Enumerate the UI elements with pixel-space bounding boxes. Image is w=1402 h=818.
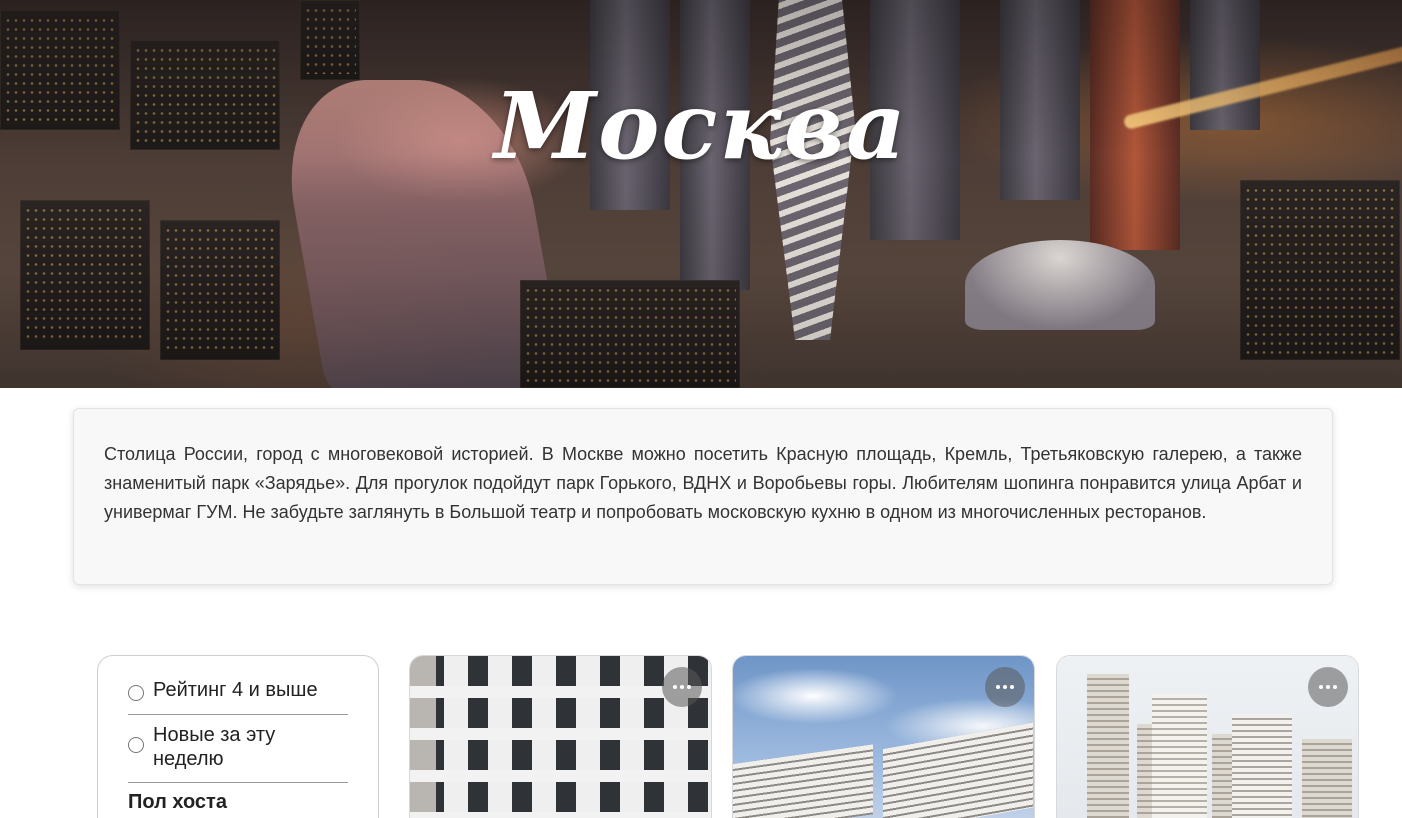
listing-card[interactable]	[732, 655, 1035, 818]
city-description-text: Столица России, город с многовековой ист…	[104, 444, 1302, 522]
new-this-week-label: Новые за эту неделю	[153, 724, 276, 770]
ellipsis-icon	[996, 685, 1000, 689]
more-options-button[interactable]	[985, 667, 1025, 707]
listing-card[interactable]	[409, 655, 712, 818]
ellipsis-icon	[1319, 685, 1323, 689]
filters-panel: Рейтинг 4 и выше Новые за эту неделю Пол…	[97, 655, 379, 818]
listing-card[interactable]	[1056, 655, 1359, 818]
city-title: Москва	[494, 72, 908, 180]
host-gender-title: Пол хоста	[128, 791, 227, 813]
more-options-button[interactable]	[1308, 667, 1348, 707]
rating-label: Рейтинг 4 и выше	[153, 679, 318, 701]
hero-banner: Москва	[0, 0, 1402, 388]
filter-new-option[interactable]: Новые за эту неделю	[128, 715, 348, 783]
ellipsis-icon	[673, 685, 677, 689]
more-options-button[interactable]	[662, 667, 702, 707]
filter-rating-option[interactable]: Рейтинг 4 и выше	[128, 678, 348, 715]
new-this-week-checkbox[interactable]	[128, 737, 144, 753]
rating-checkbox[interactable]	[128, 685, 144, 701]
city-description-card: Столица России, город с многовековой ист…	[73, 408, 1333, 585]
